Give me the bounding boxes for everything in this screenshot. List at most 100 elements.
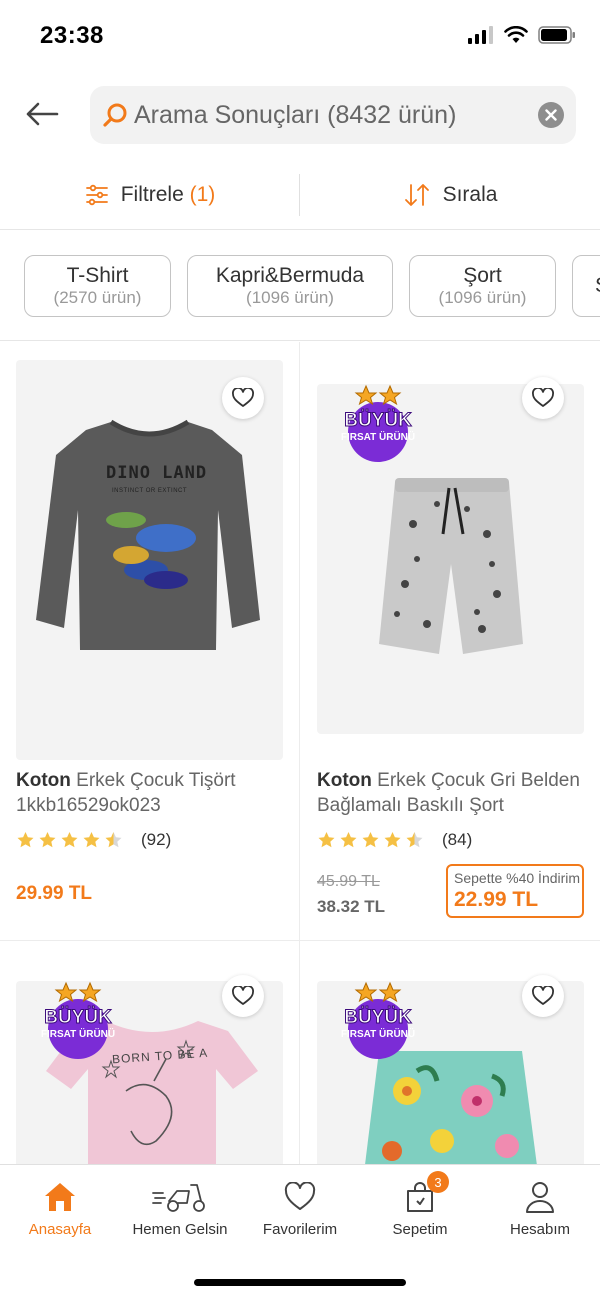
nav-label: Favorilerim	[262, 1221, 338, 1238]
chip-partial[interactable]: S	[572, 255, 600, 317]
big-deal-badge: BÜYÜK FIRSAT ÜRÜNÜ	[330, 977, 426, 1059]
star-icon	[406, 832, 423, 848]
nav-account[interactable]: Hesabım	[480, 1179, 600, 1238]
filter-label: Filtrele	[120, 183, 184, 206]
close-icon	[545, 109, 557, 121]
clear-search-button[interactable]	[538, 102, 564, 128]
product-price: 29.99 TL	[16, 883, 93, 904]
product-card[interactable]: DINO LAND INSTINCT OR EXTINCT Koton Erke…	[0, 342, 300, 940]
tshirt-illustration	[36, 419, 260, 650]
chip-kapri-bermuda[interactable]: Kapri&Bermuda (1096 ürün)	[187, 255, 393, 317]
favorite-button[interactable]	[222, 377, 264, 419]
badge-line2: FIRSAT ÜRÜNÜ	[340, 1029, 416, 1040]
chip-sort[interactable]: Şort (1096 ürün)	[409, 255, 556, 317]
basket-discount-box: Sepette %40 İndirim 22.99 TL	[446, 864, 584, 918]
nav-label: Sepetim	[392, 1221, 448, 1238]
status-time: 23:38	[40, 22, 104, 49]
product-grid: DINO LAND INSTINCT OR EXTINCT Koton Erke…	[0, 342, 600, 1164]
star-icon	[362, 832, 379, 848]
review-count: (84)	[442, 830, 473, 849]
cart-count-badge: 3	[427, 1171, 449, 1193]
filter-sliders-icon	[85, 184, 108, 206]
nav-label: Hemen Gelsin	[132, 1221, 228, 1238]
filter-sort-bar: Filtrele (1) Sırala	[0, 160, 600, 230]
wifi-icon	[504, 26, 528, 43]
home-icon	[43, 1179, 77, 1215]
heart-icon	[232, 986, 254, 1005]
star-icon	[105, 832, 122, 848]
nav-quick-delivery[interactable]: Hemen Gelsin	[120, 1179, 240, 1238]
chip-title: Kapri&Bermuda	[215, 264, 365, 287]
bottom-navigation: Anasayfa Hemen Gelsin Favorilerim 3 Sepe…	[0, 1164, 600, 1298]
star-icon	[83, 832, 100, 848]
badge-line1: BÜYÜK	[344, 1007, 413, 1029]
nav-home[interactable]: Anasayfa	[0, 1179, 120, 1238]
tshirt-print-subtitle: INSTINCT OR EXTINCT	[112, 488, 188, 494]
badge-line1: BÜYÜK	[344, 410, 413, 432]
badge-line2: FIRSAT ÜRÜNÜ	[40, 1029, 116, 1040]
product-card[interactable]: BORN TO BE A BÜYÜK FIRSAT ÜRÜNÜ	[0, 941, 300, 1164]
favorite-button[interactable]	[522, 975, 564, 1017]
favorite-button[interactable]	[222, 975, 264, 1017]
star-icons	[317, 831, 427, 849]
chip-count: (1096 ürün)	[438, 288, 527, 307]
bag-icon: 3	[405, 1171, 449, 1215]
heart-icon	[532, 986, 554, 1005]
rating-stars: (92)	[16, 830, 171, 850]
status-bar: 23:38	[0, 0, 600, 72]
star-icon	[17, 832, 34, 848]
filter-count: (1)	[189, 183, 216, 206]
product-brand: Koton	[16, 770, 71, 791]
nav-cart[interactable]: 3 Sepetim	[360, 1171, 480, 1238]
product-card[interactable]: BÜYÜK FIRSAT ÜRÜNÜ	[300, 941, 600, 1164]
current-price: 38.32 TL	[317, 897, 386, 916]
back-button[interactable]	[22, 94, 62, 134]
star-icon	[39, 832, 56, 848]
signal-icon	[468, 26, 493, 44]
filter-button[interactable]: Filtrele (1)	[0, 160, 300, 230]
star-icon	[384, 832, 401, 848]
chip-count: (2570 ürün)	[53, 288, 142, 307]
search-query: Arama Sonuçları (8432 ürün)	[134, 100, 457, 129]
chip-title: S	[595, 274, 600, 298]
sort-label: Sırala	[442, 183, 498, 206]
favorite-button[interactable]	[522, 377, 564, 419]
status-icons	[468, 26, 576, 44]
product-title[interactable]: Koton Erkek Çocuk Gri Belden Bağlamalı B…	[317, 768, 589, 818]
home-indicator[interactable]	[194, 1279, 406, 1286]
search-header: Arama Sonuçları (8432 ürün)	[0, 72, 600, 160]
chip-title: T-Shirt	[66, 264, 129, 287]
battery-icon	[538, 26, 575, 44]
tshirt-print-title: DINO LAND	[106, 463, 208, 483]
nav-label: Anasayfa	[28, 1221, 92, 1238]
product-card[interactable]: BÜYÜK FIRSAT ÜRÜNÜ Koton Erkek Çocuk Gri…	[300, 342, 600, 940]
badge-line2: FIRSAT ÜRÜNÜ	[340, 432, 416, 443]
category-chips: T-Shirt (2570 ürün) Kapri&Bermuda (1096 …	[0, 231, 600, 341]
nav-label: Hesabım	[509, 1221, 571, 1238]
chip-tshirt[interactable]: T-Shirt (2570 ürün)	[24, 255, 171, 317]
search-icon	[100, 100, 130, 130]
rating-stars: (84)	[317, 830, 472, 850]
product-brand: Koton	[317, 770, 372, 791]
nav-favorites[interactable]: Favorilerim	[240, 1179, 360, 1238]
heart-icon	[284, 1179, 316, 1215]
search-input[interactable]: Arama Sonuçları (8432 ürün)	[90, 86, 576, 144]
product-image[interactable]: DINO LAND INSTINCT OR EXTINCT	[16, 360, 283, 760]
promo-price: 22.99 TL	[454, 888, 539, 911]
big-deal-badge: BÜYÜK FIRSAT ÜRÜNÜ	[30, 977, 126, 1059]
heart-icon	[532, 388, 554, 407]
sort-button[interactable]: Sırala	[300, 160, 600, 230]
promo-label: Sepette %40 İndirim	[454, 870, 581, 886]
star-icon	[61, 832, 78, 848]
star-icons	[16, 831, 126, 849]
scooter-icon	[151, 1179, 209, 1215]
heart-icon	[232, 388, 254, 407]
review-count: (92)	[141, 830, 172, 849]
old-price: 45.99 TL	[317, 873, 380, 890]
back-arrow-icon	[26, 102, 59, 126]
big-deal-badge: BÜYÜK FIRSAT ÜRÜNÜ	[330, 380, 426, 462]
chip-title: Şort	[463, 264, 502, 287]
badge-line1: BÜYÜK	[44, 1007, 113, 1029]
product-title[interactable]: Koton Erkek Çocuk Tişört 1kkb16529ok023	[16, 768, 288, 818]
user-icon	[524, 1179, 556, 1215]
